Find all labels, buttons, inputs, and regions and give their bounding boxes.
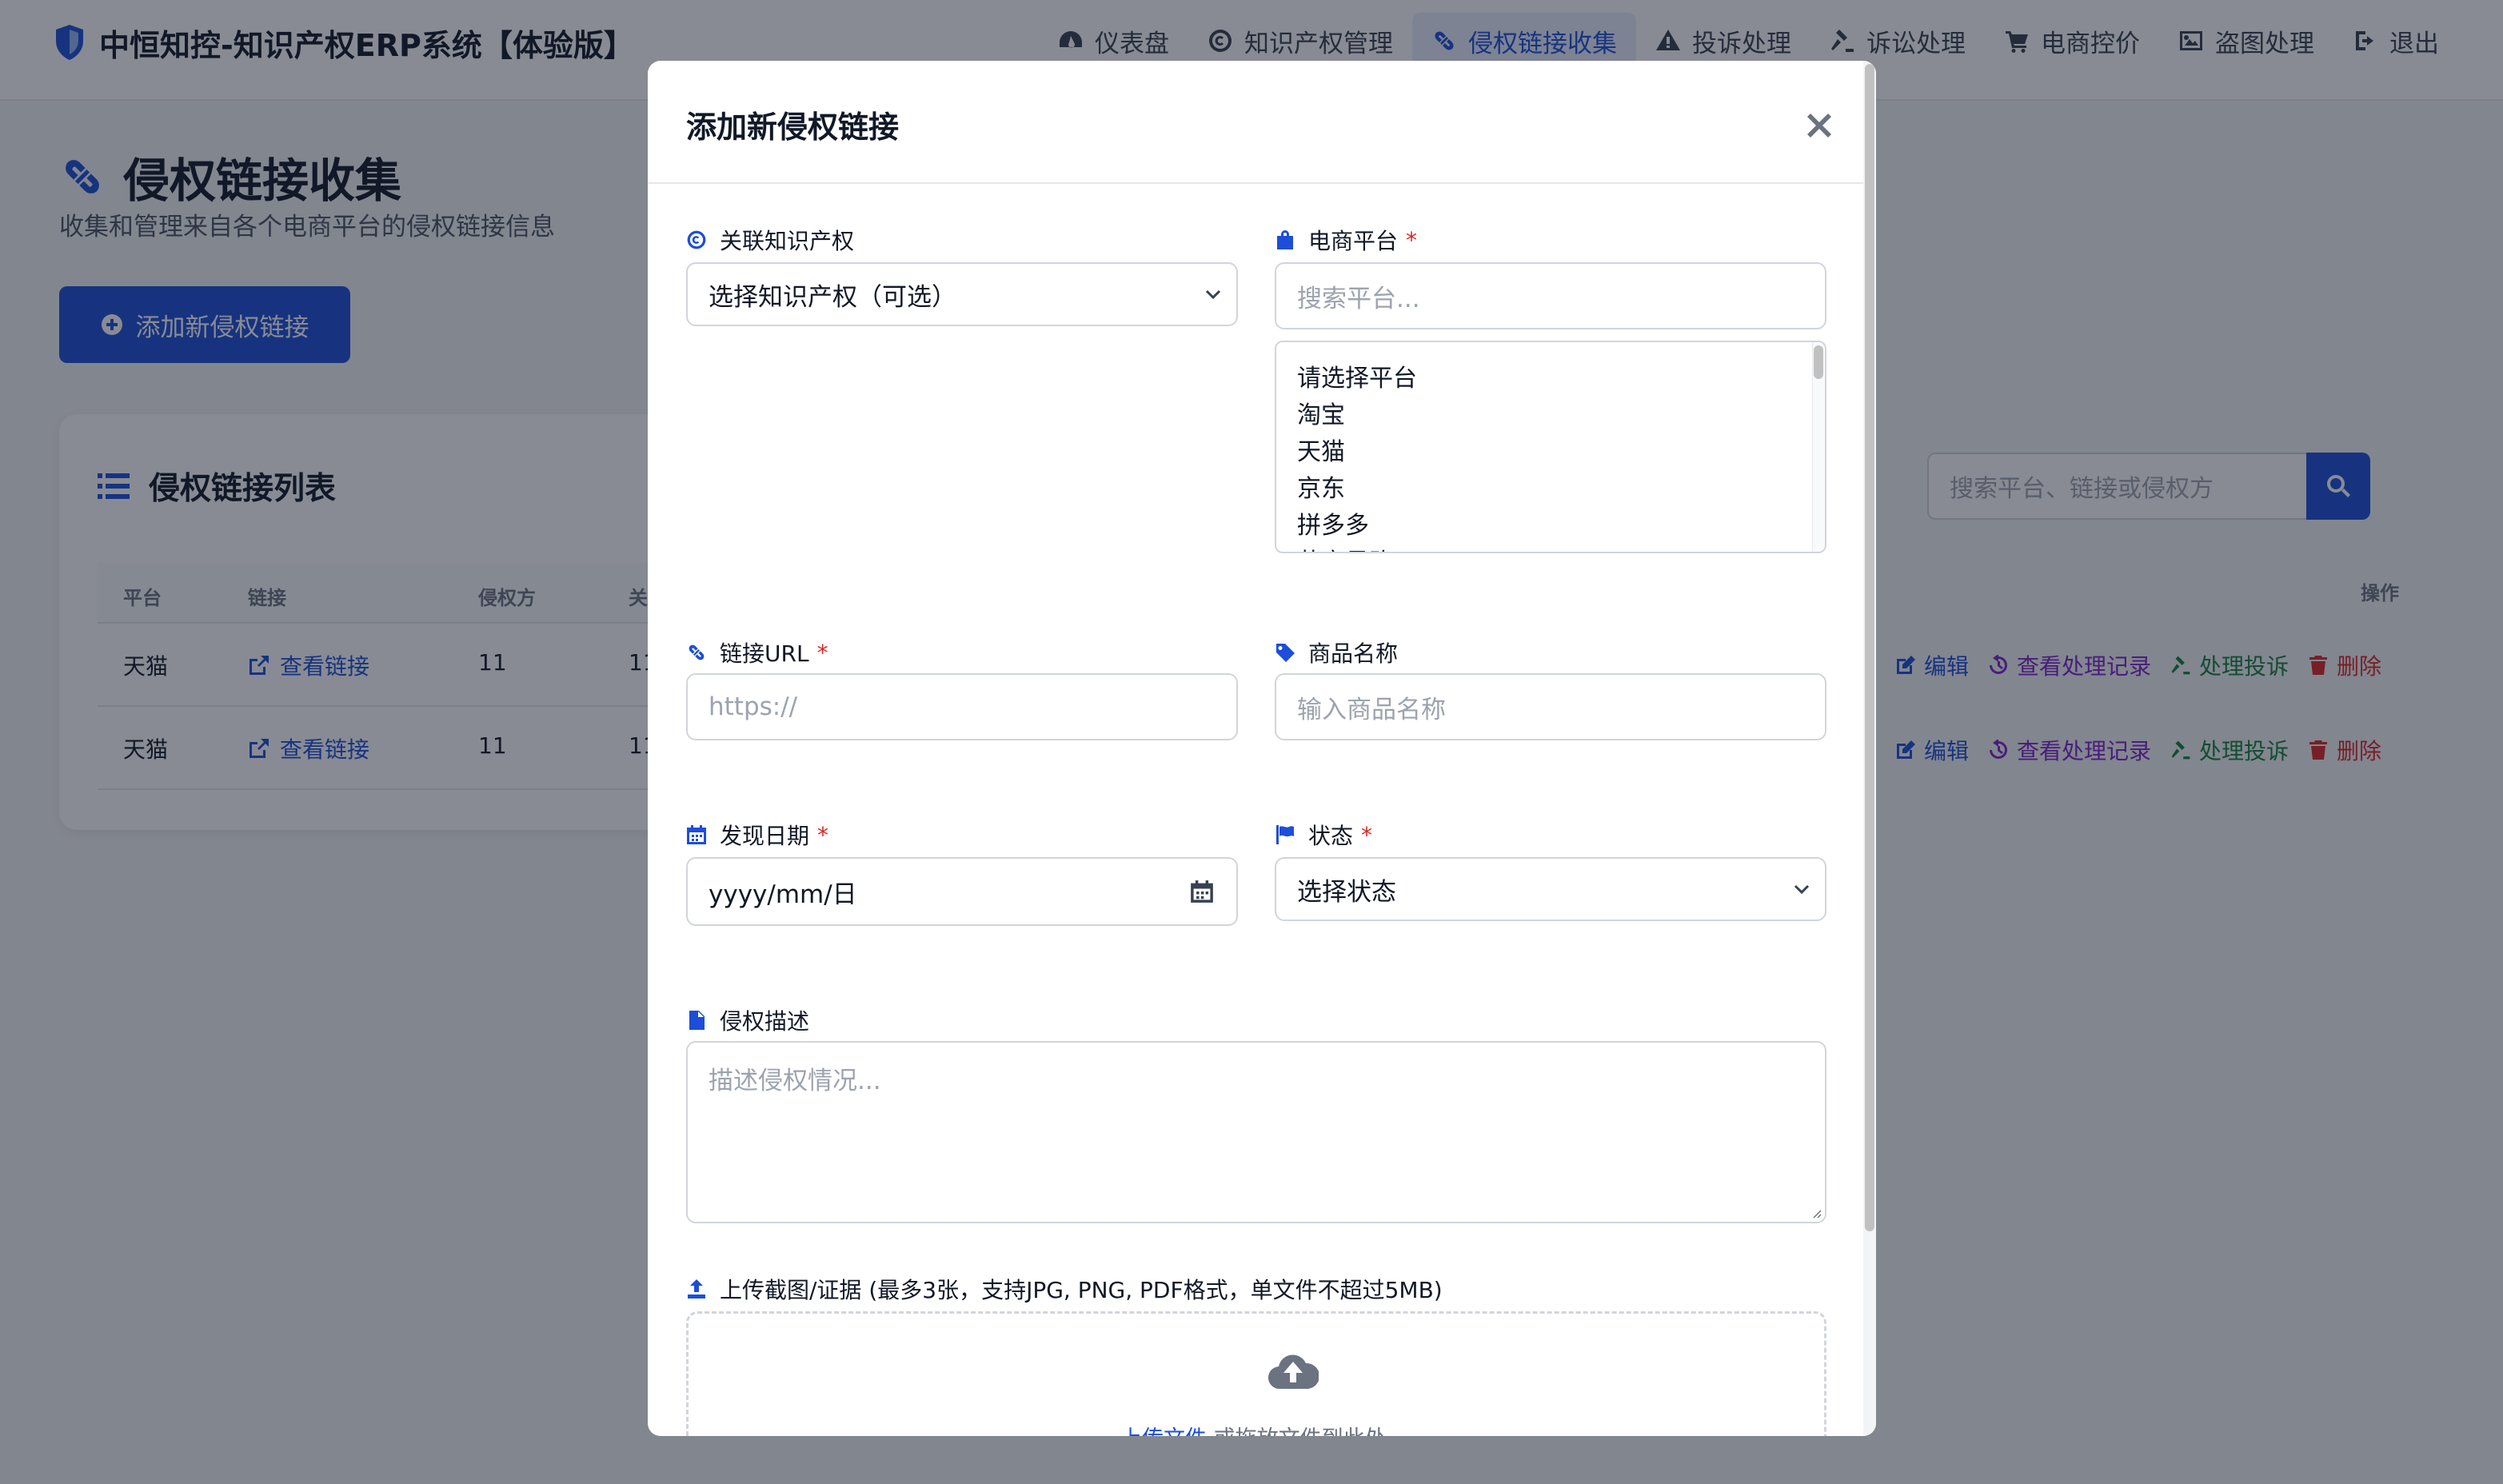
listbox-scroll-thumb[interactable]	[1814, 345, 1823, 379]
dropzone-hint: 或拖放文件到此处	[1207, 1426, 1387, 1436]
shopping-bag-icon	[1277, 230, 1293, 249]
description-label: 侵权描述	[686, 1004, 809, 1036]
status-select[interactable]: 选择状态	[1275, 857, 1826, 921]
platform-option[interactable]: 苏宁易购	[1297, 542, 1393, 552]
required-mark: *	[817, 821, 829, 848]
add-link-modal: 添加新侵权链接 关联知识产权 选择知识产权（可选） 电商平台 * 搜索平台...…	[648, 61, 1876, 1436]
upload-icon	[688, 1279, 705, 1298]
platform-search-placeholder: 搜索平台...	[1297, 284, 1420, 313]
platform-search-input[interactable]: 搜索平台...	[1275, 262, 1826, 329]
product-label: 商品名称	[1275, 636, 1398, 668]
calendar-picker-icon[interactable]	[1190, 880, 1214, 904]
description-textarea[interactable]: 描述侵权情况...	[686, 1041, 1826, 1223]
url-label: 链接URL *	[686, 636, 828, 668]
ip-label-text: 关联知识产权	[720, 228, 855, 254]
ip-select[interactable]: 选择知识产权（可选）	[686, 262, 1238, 326]
date-label: 发现日期 *	[686, 819, 828, 851]
ip-select-value: 选择知识产权（可选）	[709, 282, 956, 312]
product-label-text: 商品名称	[1308, 640, 1399, 667]
dropzone-text: 上传文件 或拖放文件到此处	[1120, 1421, 1387, 1436]
status-label: 状态 *	[1275, 819, 1372, 851]
resize-grip-icon[interactable]	[1810, 1207, 1822, 1219]
status-select-value: 选择状态	[1297, 877, 1396, 907]
modal-scroll-thumb[interactable]	[1865, 64, 1874, 1231]
required-mark: *	[1361, 821, 1373, 848]
copyright-icon	[687, 230, 706, 249]
date-label-text: 发现日期	[720, 823, 810, 849]
upload-file-link[interactable]: 上传文件	[1120, 1426, 1207, 1436]
cloud-upload-icon	[1267, 1349, 1320, 1390]
calendar-icon	[687, 825, 706, 844]
discovery-date-input[interactable]: yyyy/mm/日	[686, 857, 1238, 926]
platform-label: 电商平台 *	[1275, 224, 1417, 256]
platform-option[interactable]: 拼多多	[1297, 505, 1369, 541]
url-label-text: 链接URL	[720, 640, 809, 667]
platform-option[interactable]: 天猫	[1297, 432, 1345, 467]
ip-label: 关联知识产权	[686, 224, 854, 256]
required-mark: *	[1406, 226, 1418, 253]
product-name-input[interactable]: 输入商品名称	[1275, 673, 1826, 740]
platform-option[interactable]: 请选择平台	[1297, 358, 1417, 393]
required-mark: *	[816, 639, 828, 666]
listbox-scrollbar[interactable]	[1812, 342, 1825, 552]
platform-option[interactable]: 京东	[1297, 469, 1345, 504]
upload-label: 上传截图/证据 (最多3张，支持JPG, PNG, PDF格式，单文件不超过5M…	[686, 1273, 1443, 1305]
url-input[interactable]: https://	[686, 673, 1238, 740]
modal-header: 添加新侵权链接	[648, 61, 1876, 184]
tag-icon	[1276, 644, 1295, 662]
modal-title: 添加新侵权链接	[686, 110, 900, 145]
description-placeholder: 描述侵权情况...	[709, 1067, 881, 1095]
document-icon	[689, 1011, 705, 1030]
close-icon	[1807, 114, 1831, 138]
platform-listbox[interactable]: 请选择平台 淘宝 天猫 京东 拼多多 苏宁易购	[1275, 341, 1826, 553]
product-placeholder: 输入商品名称	[1297, 695, 1446, 724]
modal-scrollbar[interactable]	[1863, 61, 1876, 1436]
platform-label-text: 电商平台	[1308, 228, 1399, 254]
status-label-text: 状态	[1308, 823, 1354, 849]
description-label-text: 侵权描述	[720, 1008, 810, 1035]
chevron-down-icon	[1794, 884, 1810, 895]
date-placeholder: yyyy/mm/日	[709, 880, 857, 909]
platform-option[interactable]: 淘宝	[1297, 395, 1345, 430]
upload-label-text: 上传截图/证据 (最多3张，支持JPG, PNG, PDF格式，单文件不超过5M…	[720, 1277, 1443, 1303]
close-button[interactable]	[1799, 106, 1839, 146]
file-dropzone[interactable]: 上传文件 或拖放文件到此处	[686, 1311, 1826, 1436]
url-placeholder: https://	[709, 692, 798, 721]
flag-icon	[1276, 825, 1294, 844]
link-icon	[689, 644, 705, 660]
chevron-down-icon	[1205, 289, 1221, 300]
